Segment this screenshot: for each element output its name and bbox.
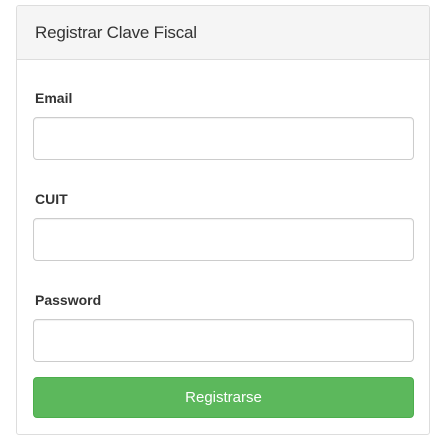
panel-heading: Registrar Clave Fiscal	[17, 6, 429, 60]
email-label: Email	[35, 90, 73, 106]
register-button[interactable]: Registrarse	[33, 377, 414, 418]
email-field[interactable]	[33, 117, 414, 160]
register-panel: Registrar Clave Fiscal Email CUIT Passwo…	[16, 5, 430, 435]
password-field[interactable]	[33, 319, 414, 362]
cuit-label: CUIT	[35, 191, 68, 207]
cuit-field[interactable]	[33, 218, 414, 261]
panel-title: Registrar Clave Fiscal	[35, 22, 197, 42]
password-label: Password	[35, 292, 102, 308]
